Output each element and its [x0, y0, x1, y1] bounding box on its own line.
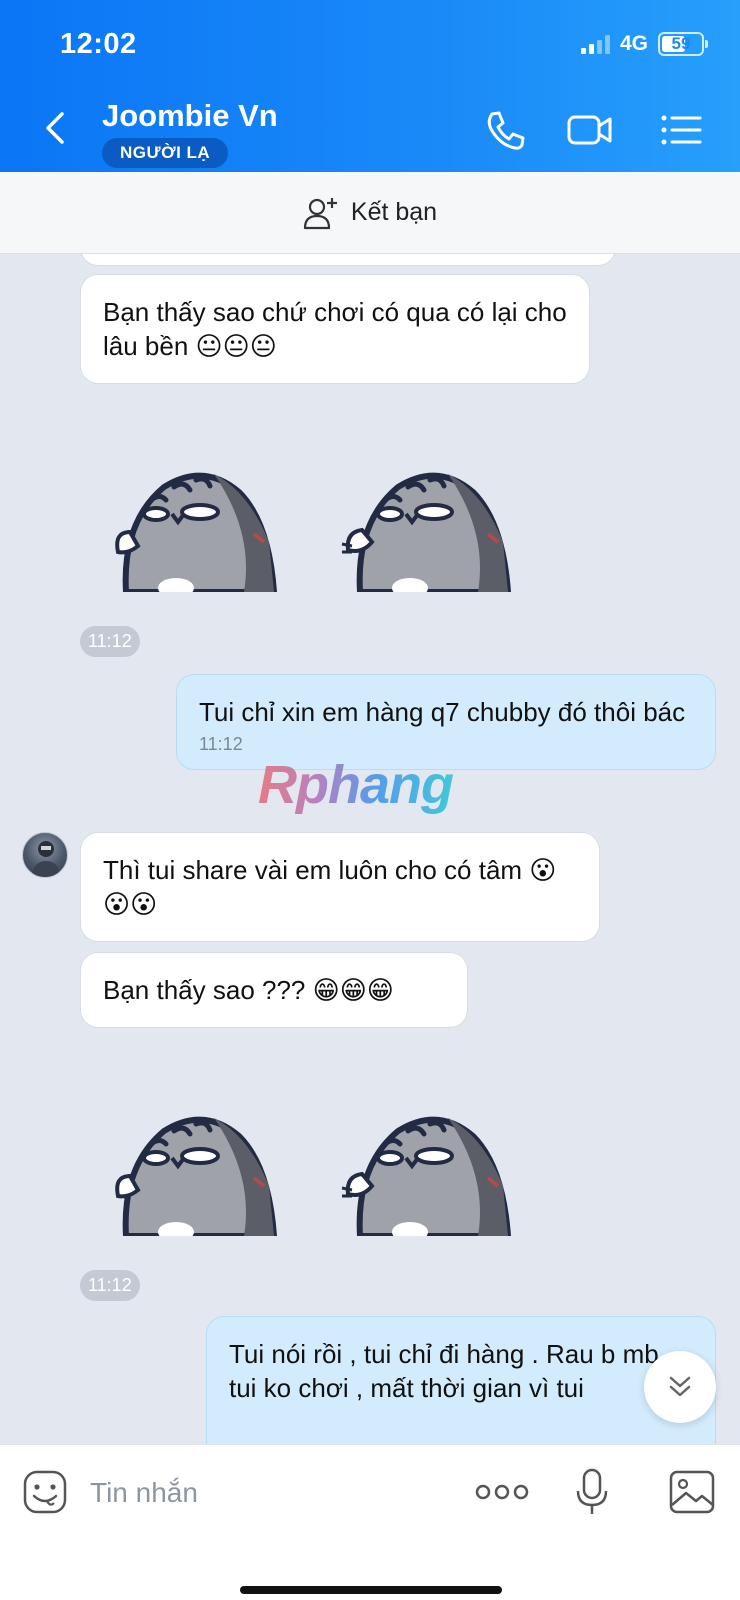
message-text: Thì tui share vài em luôn cho có tâm 😮😮😮	[103, 855, 557, 919]
back-arrow-icon[interactable]	[36, 108, 76, 148]
emoji-sticker-icon[interactable]	[22, 1469, 68, 1515]
more-options-icon[interactable]	[474, 1477, 530, 1507]
network-type: 4G	[619, 32, 648, 55]
status-indicators: 4G 59	[580, 32, 708, 56]
message-text: Tui chỉ xin em hàng q7 chubby đó thôi bá…	[199, 697, 686, 727]
microphone-icon[interactable]	[574, 1467, 610, 1517]
message-time: 11:12	[199, 734, 243, 754]
home-indicator	[240, 1586, 502, 1594]
contact-name[interactable]: Joombie Vn	[102, 98, 278, 134]
add-friend-label: Kết bạn	[350, 198, 438, 226]
add-friend-icon	[303, 197, 337, 229]
message-bubble-partial[interactable]	[80, 254, 616, 266]
avatar-image	[31, 841, 61, 877]
double-chevron-down-icon	[669, 1376, 691, 1397]
time-divider: 11:12	[80, 1270, 140, 1301]
scroll-to-bottom-button[interactable]	[644, 1351, 716, 1423]
message-text: Tui nói rồi , tui chỉ đi hàng . Rau b mb…	[229, 1339, 659, 1403]
message-text: Bạn thấy sao ??? 😁😁😁	[103, 975, 394, 1005]
message-list[interactable]: Bạn thấy sao chứ chơi có qua có lại cho …	[0, 254, 740, 1444]
message-bubble-incoming[interactable]: Bạn thấy sao ??? 😁😁😁	[80, 952, 468, 1028]
sticker-grumpy-cat[interactable]	[104, 462, 284, 592]
image-gallery-icon[interactable]	[668, 1469, 716, 1515]
menu-list-icon[interactable]	[658, 108, 706, 152]
sticker-grumpy-cat[interactable]	[338, 1106, 518, 1236]
chat-header: 12:02 4G 59 Joombie Vn NGƯỜI LẠ	[0, 0, 740, 172]
phone-call-icon[interactable]	[482, 108, 530, 152]
battery-icon: 59	[658, 32, 708, 56]
message-bubble-incoming[interactable]: Bạn thấy sao chứ chơi có qua có lại cho …	[80, 274, 590, 384]
contact-avatar[interactable]	[22, 832, 68, 878]
battery-level: 59	[671, 34, 691, 53]
sticker-grumpy-cat[interactable]	[338, 462, 518, 592]
message-text: Bạn thấy sao chứ chơi có qua có lại cho …	[103, 297, 567, 361]
stranger-badge: NGƯỜI LẠ	[102, 138, 229, 168]
video-call-icon[interactable]	[566, 108, 614, 152]
message-input-bar: Tin nhắn	[0, 1444, 740, 1600]
message-bubble-incoming[interactable]: Thì tui share vài em luôn cho có tâm 😮😮😮	[80, 832, 600, 942]
add-friend-button[interactable]: Kết bạn	[0, 172, 740, 254]
message-input[interactable]: Tin nhắn	[90, 1477, 198, 1509]
sticker-grumpy-cat[interactable]	[104, 1106, 284, 1236]
signal-icon	[580, 34, 610, 54]
watermark-logo: Rphang	[258, 755, 454, 815]
message-bubble-outgoing[interactable]: Tui nói rồi , tui chỉ đi hàng . Rau b mb…	[206, 1316, 716, 1444]
time-divider: 11:12	[80, 626, 140, 657]
status-time: 12:02	[60, 28, 137, 60]
